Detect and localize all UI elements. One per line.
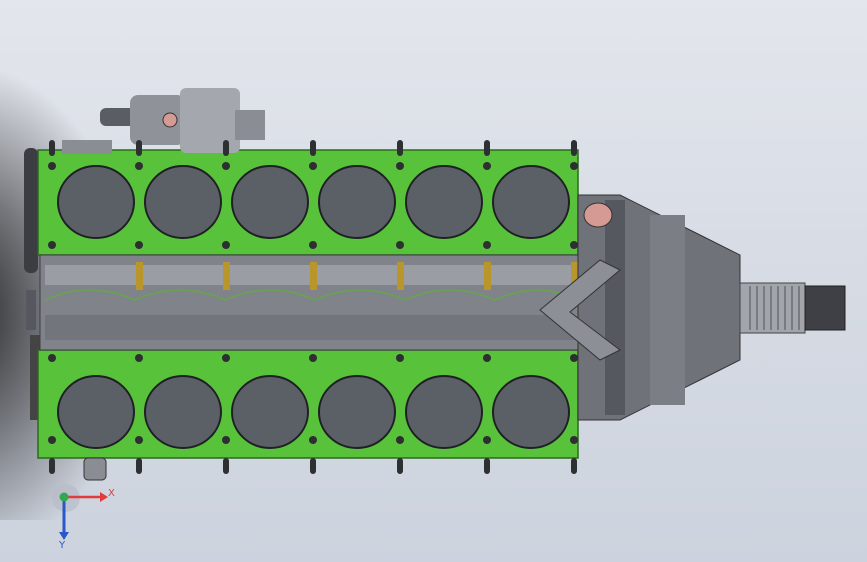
bolt-head	[570, 241, 578, 249]
bolt-head	[483, 436, 491, 444]
stud-bolt	[571, 140, 577, 156]
stud-bolt	[49, 140, 55, 156]
stud-bolt	[310, 458, 316, 474]
stud-bolt	[484, 458, 490, 474]
bolt-head	[570, 354, 578, 362]
bolt-head	[222, 162, 230, 170]
bolt-head	[222, 436, 230, 444]
x-axis-arrowhead	[100, 492, 108, 502]
cylinder-bore	[492, 165, 570, 239]
stud-bolt	[136, 140, 142, 156]
engine-model[interactable]	[0, 0, 867, 562]
stud-bolt	[571, 458, 577, 474]
cylinder-bore	[57, 375, 135, 449]
cylinder-bore	[144, 165, 222, 239]
bolt-head	[309, 436, 317, 444]
bolt-head	[483, 162, 491, 170]
bolt-head	[135, 436, 143, 444]
bolt-head	[396, 162, 404, 170]
stud-bolt	[223, 458, 229, 474]
cylinder-bore	[231, 165, 309, 239]
cylinder-bore	[57, 165, 135, 239]
cylinder-bore	[144, 375, 222, 449]
bolt-head	[396, 241, 404, 249]
stud-bolt	[49, 458, 55, 474]
propeller-shaft	[739, 282, 846, 334]
bolt-head	[48, 354, 56, 362]
bolt-head	[135, 241, 143, 249]
bolt-head	[570, 436, 578, 444]
bolt-head	[309, 354, 317, 362]
gold-stud	[484, 262, 491, 290]
gold-stud	[397, 262, 404, 290]
cylinder-bore	[405, 165, 483, 239]
bolt-head	[570, 162, 578, 170]
gold-stud	[223, 262, 230, 290]
cylinder-bore	[492, 375, 570, 449]
bolt-head	[396, 436, 404, 444]
bolt-head	[309, 241, 317, 249]
supercharger-housing	[62, 88, 265, 154]
bolt-head	[309, 162, 317, 170]
bolt-head	[396, 354, 404, 362]
stud-bolt	[223, 140, 229, 156]
bolt-head	[48, 241, 56, 249]
bolt-head	[135, 162, 143, 170]
bolt-head	[483, 241, 491, 249]
stud-bolt	[397, 458, 403, 474]
gold-stud	[136, 262, 143, 290]
cylinder-bore	[318, 165, 396, 239]
graphics-viewport[interactable]: X Y	[0, 0, 867, 562]
bolt-head	[48, 436, 56, 444]
y-axis-arrowhead	[59, 532, 69, 540]
cylinder-bore	[318, 375, 396, 449]
y-axis-label: Y	[58, 540, 66, 550]
bolt-head	[222, 354, 230, 362]
stud-bolt	[484, 140, 490, 156]
origin-marker	[59, 492, 69, 502]
coolant-outlet	[83, 457, 107, 481]
stud-bolt	[310, 140, 316, 156]
gold-stud	[310, 262, 317, 290]
cylinder-bore	[405, 375, 483, 449]
orientation-triad: X Y	[52, 484, 115, 550]
bolt-head	[483, 354, 491, 362]
bolt-head	[48, 162, 56, 170]
bolt-head	[135, 354, 143, 362]
stud-bolt	[136, 458, 142, 474]
bolt-head	[222, 241, 230, 249]
cylinder-bore	[231, 375, 309, 449]
x-axis-label: X	[108, 488, 115, 499]
stud-bolt	[397, 140, 403, 156]
